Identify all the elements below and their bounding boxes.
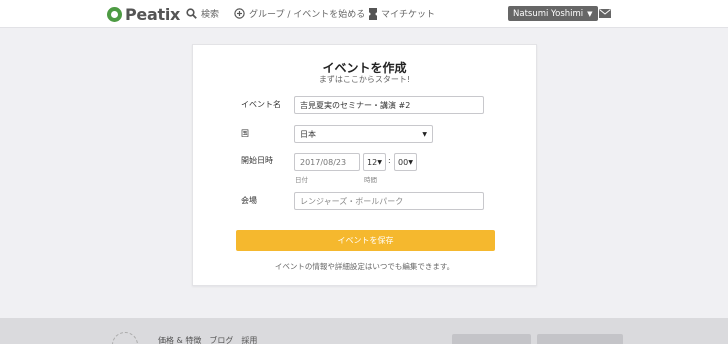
country-value: 日本 [300, 129, 316, 139]
edit-later-note: イベントの情報や詳細設定はいつでも編集できます。 [274, 262, 455, 271]
create-event-card: イベントを作成 まずはここからスタート! イベント名 吉見夏実のセミナー・講演 … [192, 44, 537, 286]
search-icon [186, 8, 197, 19]
time-sublabel: 時間 [364, 176, 377, 184]
footer-app-badge[interactable] [537, 334, 623, 344]
footer-link[interactable]: 価格 & 特徴 [158, 335, 201, 344]
footer-link[interactable]: 採用 [241, 335, 257, 344]
footer-links: 価格 & 特徴 ブログ 採用 [158, 335, 257, 344]
event-name-input[interactable]: 吉見夏実のセミナー・講演 #2 [294, 96, 484, 114]
start-minute-value: 00 [398, 157, 409, 167]
event-name-label: イベント名 [241, 100, 281, 109]
top-navigation-bar: Peatix 検索 グループ / イベントを始める マイチケット Natsumi… [0, 0, 728, 28]
country-label: 国 [241, 129, 249, 138]
mail-icon[interactable] [599, 9, 611, 18]
time-separator: : [388, 156, 391, 165]
footer-link[interactable]: ブログ [209, 335, 233, 344]
footer-badge-icon [112, 332, 138, 344]
nav-my-tickets[interactable]: マイチケット [369, 7, 435, 20]
caret-down-icon: ▼ [587, 9, 593, 18]
nav-create-label: グループ / イベントを始める [249, 10, 366, 20]
save-event-button[interactable]: イベントを保存 [236, 230, 495, 251]
peatix-logo[interactable]: Peatix [107, 4, 180, 24]
event-name-value: 吉見夏実のセミナー・講演 #2 [300, 100, 411, 110]
venue-input[interactable]: レンジャーズ・ボールパーク [294, 192, 484, 210]
start-date-input[interactable]: 2017/08/23 [294, 153, 360, 171]
nav-create-group-event[interactable]: グループ / イベントを始める [234, 7, 365, 20]
user-menu-button[interactable]: Natsumi Yoshimi ▼ [508, 6, 598, 21]
start-datetime-label: 開始日時 [241, 156, 273, 165]
user-name: Natsumi Yoshimi [513, 8, 584, 19]
nav-tickets-label: マイチケット [381, 10, 436, 20]
start-minute-select[interactable]: 00 ▼ [394, 153, 417, 171]
nav-search-label: 検索 [201, 10, 220, 20]
start-hour-select[interactable]: 12 ▼ [363, 153, 386, 171]
peatix-logo-mark-icon [107, 6, 122, 22]
plus-circle-icon [234, 8, 245, 19]
country-select[interactable]: 日本 ▼ [294, 125, 433, 143]
page-subtitle: まずはここからスタート! [318, 75, 411, 84]
start-hour-value: 12 [367, 157, 378, 167]
caret-down-icon: ▼ [408, 158, 413, 166]
venue-label: 会場 [241, 196, 257, 205]
caret-down-icon: ▼ [422, 130, 427, 138]
caret-down-icon: ▼ [377, 158, 382, 166]
nav-search[interactable]: 検索 [186, 7, 219, 20]
date-sublabel: 日付 [295, 176, 308, 184]
ticket-icon [369, 7, 377, 20]
footer-app-badge[interactable] [452, 334, 531, 344]
venue-placeholder: レンジャーズ・ボールパーク [300, 196, 404, 206]
logo-text: Peatix [125, 4, 181, 24]
start-date-value: 2017/08/23 [300, 157, 347, 167]
footer: 価格 & 特徴 ブログ 採用 [0, 318, 728, 344]
